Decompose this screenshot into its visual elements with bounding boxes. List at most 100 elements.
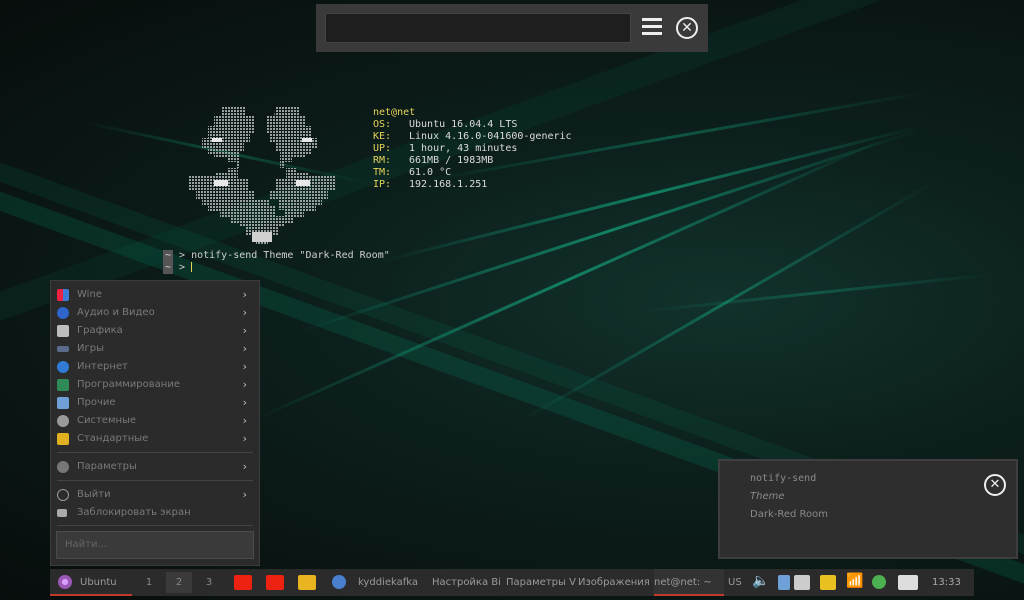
start-label: Ubuntu: [80, 577, 117, 588]
info-row-uptime: UP: 1 hour, 43 minutes: [373, 143, 572, 155]
chevron-right-icon: ›: [242, 432, 247, 445]
chevron-right-icon: ›: [242, 488, 247, 501]
menu-item-system[interactable]: Системные ›: [57, 412, 253, 430]
info-key: KE:: [373, 131, 392, 142]
system-info: net@net OS: Ubuntu 16.04.4 LTS KE: Linux 4…: [373, 107, 572, 191]
info-key: IP:: [373, 179, 392, 190]
chevron-right-icon: ›: [242, 414, 247, 427]
info-value: 61.0 °C: [409, 167, 452, 178]
taskbar: Ubuntu 1 2 3 kyddiekafka Настройка Ві Па…: [50, 569, 974, 596]
menu-item-wine[interactable]: Wine ›: [57, 286, 253, 304]
other-icon: [57, 397, 69, 409]
chevron-right-icon: ›: [242, 342, 247, 355]
chevron-right-icon: ›: [242, 288, 247, 301]
info-key: UP:: [373, 143, 392, 154]
menu-item-settings[interactable]: Параметры ›: [57, 458, 253, 476]
workspace-3[interactable]: 3: [196, 569, 222, 596]
notes-icon[interactable]: [794, 575, 810, 590]
info-key: OS:: [373, 119, 392, 130]
info-key: TM:: [373, 167, 392, 178]
distro-logo-ascii: [188, 106, 336, 244]
prompt-tag: ~: [163, 262, 173, 274]
menu-item-label: Игры: [77, 343, 104, 354]
host-label: net@net: [373, 107, 416, 118]
info-value: Ubuntu 16.04.4 LTS: [409, 119, 518, 130]
settings-icon: [57, 461, 69, 473]
menu-item-graphics[interactable]: Графика ›: [57, 322, 253, 340]
workspace-1[interactable]: 1: [136, 569, 162, 596]
ubuntu-logo-icon: [58, 575, 72, 589]
info-key: RM:: [373, 155, 392, 166]
menu-item-label: Системные: [77, 415, 137, 426]
audio-video-icon: [57, 307, 69, 319]
prompt-symbol: >: [179, 250, 186, 261]
info-row-ram: RM: 661MB / 1983MB: [373, 155, 572, 167]
menu-item-label: Выйти: [77, 489, 111, 500]
prompt-symbol: >: [179, 262, 186, 273]
notification-summary: Theme: [750, 491, 785, 502]
hamburger-menu-icon[interactable]: [642, 18, 662, 36]
prompt-tag: ~: [163, 250, 173, 262]
display-icon[interactable]: [898, 575, 918, 590]
programming-icon: [57, 379, 69, 391]
top-search-input[interactable]: [325, 13, 631, 43]
menu-item-internet[interactable]: Интернет ›: [57, 358, 253, 376]
internet-icon: [57, 361, 69, 373]
info-row-os: OS: Ubuntu 16.04.4 LTS: [373, 119, 572, 131]
menu-item-label: Аудио и Видео: [77, 307, 155, 318]
close-circle-icon[interactable]: ✕: [676, 17, 698, 39]
keyboard-layout[interactable]: US: [728, 569, 742, 596]
accessories-icon: [57, 433, 69, 445]
menu-item-label: Графика: [77, 325, 123, 336]
menu-item-label: Программирование: [77, 379, 180, 390]
games-icon: [57, 346, 69, 352]
task-kyddiekafka[interactable]: kyddiekafka: [358, 569, 428, 596]
folder-icon[interactable]: [298, 575, 316, 590]
terminal-prompt[interactable]: ~ > notify-send Theme "Dark-Red Room" ~ >: [163, 250, 390, 274]
top-search-bar: ✕: [316, 4, 708, 52]
network-status-icon[interactable]: [872, 575, 886, 589]
info-value: 661MB / 1983MB: [409, 155, 494, 166]
task-settings[interactable]: Настройка Ві: [432, 569, 504, 596]
menu-item-label: Интернет: [77, 361, 128, 372]
info-value: Linux 4.16.0-041600-generic: [409, 131, 572, 142]
menu-item-label: Прочие: [77, 397, 116, 408]
notification-body: Dark-Red Room: [750, 509, 828, 520]
chevron-right-icon: ›: [242, 396, 247, 409]
task-terminal[interactable]: net@net: ~: [654, 569, 724, 596]
menu-item-logout[interactable]: Выйти ›: [57, 486, 253, 504]
menu-item-audio-video[interactable]: Аудио и Видео ›: [57, 304, 253, 322]
volume-icon[interactable]: 🔈: [752, 573, 769, 589]
menu-item-accessories[interactable]: Стандартные ›: [57, 430, 253, 448]
menu-item-label: Заблокировать экран: [77, 507, 191, 518]
chevron-right-icon: ›: [242, 324, 247, 337]
notification-title: notify-send: [750, 473, 817, 484]
wifi-icon[interactable]: 📶: [846, 573, 863, 589]
task-images[interactable]: Изображения: [578, 569, 650, 596]
menu-item-programming[interactable]: Программирование ›: [57, 376, 253, 394]
app-launcher-icon[interactable]: [266, 575, 284, 590]
menu-item-label: Wine: [77, 289, 102, 300]
notification-popup: notify-send Theme Dark-Red Room ✕: [718, 459, 1018, 559]
info-row-kernel: KE: Linux 4.16.0-041600-generic: [373, 131, 572, 143]
terminal-command: notify-send Theme "Dark-Red Room": [191, 250, 390, 261]
browser-icon[interactable]: [332, 575, 346, 589]
close-circle-icon[interactable]: ✕: [984, 474, 1006, 496]
folder-icon[interactable]: [820, 575, 836, 590]
workspace-2[interactable]: 2: [166, 572, 192, 593]
lock-screen-icon: [57, 509, 67, 517]
task-parameters[interactable]: Параметры V: [506, 569, 576, 596]
menu-item-label: Параметры: [77, 461, 137, 472]
menu-item-lock-screen[interactable]: Заблокировать экран: [57, 504, 253, 522]
chevron-right-icon: ›: [242, 306, 247, 319]
menu-item-other[interactable]: Прочие ›: [57, 394, 253, 412]
indicator-icon[interactable]: [778, 575, 790, 590]
menu-item-games[interactable]: Игры ›: [57, 340, 253, 358]
menu-divider: [57, 525, 253, 526]
clock[interactable]: 13:33: [932, 569, 961, 596]
start-button[interactable]: Ubuntu: [50, 569, 132, 596]
app-launcher-icon[interactable]: [234, 575, 252, 590]
chevron-right-icon: ›: [242, 460, 247, 473]
menu-search-input[interactable]: Найти...: [56, 531, 254, 559]
menu-divider: [57, 480, 253, 481]
